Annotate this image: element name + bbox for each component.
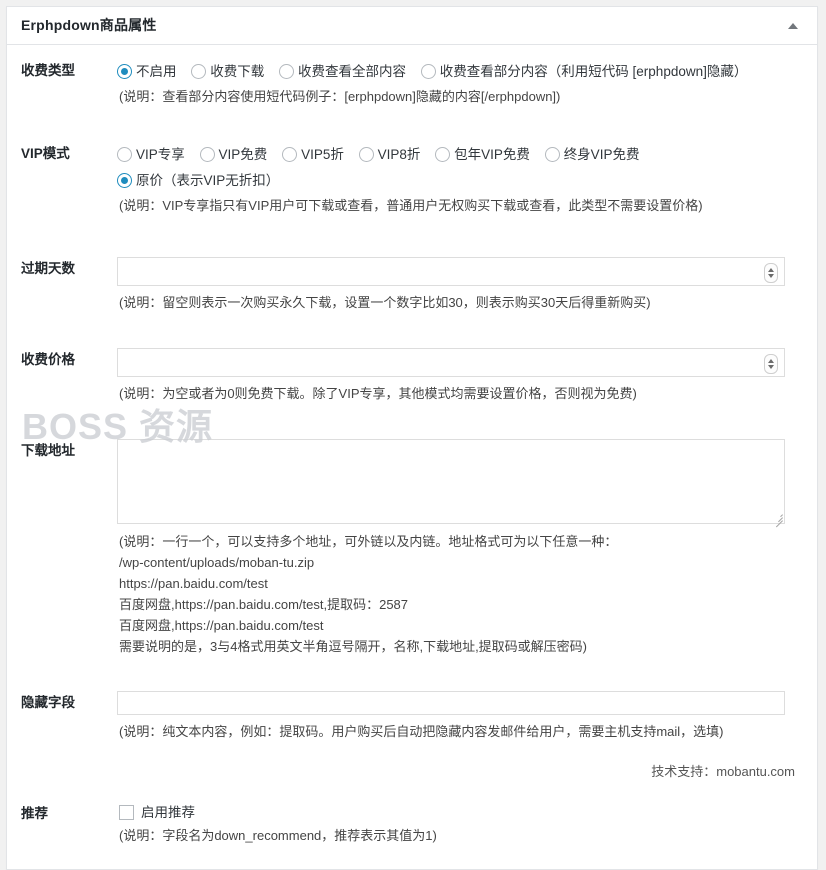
radio-label: VIP专享 <box>136 147 185 162</box>
expire-days-label: 过期天数 <box>21 261 75 276</box>
metabox-body: 收费类型 不启用 收费下载 收费查看全部内容 收费查看部分内容（利用短代码 [e… <box>7 45 817 869</box>
checkbox-label: 启用推荐 <box>141 805 195 820</box>
hint-line: https://pan.baidu.com/test <box>119 576 268 591</box>
stepper-up-icon <box>768 267 774 272</box>
chevron-up-icon <box>788 22 798 29</box>
radio-vip-mode-1[interactable]: VIP免费 <box>199 142 268 168</box>
radio-mark-icon <box>282 147 298 162</box>
radio-label: VIP5折 <box>301 147 344 162</box>
recommend-label: 推荐 <box>21 806 48 821</box>
radio-vip-mode-5[interactable]: 终身VIP免费 <box>544 142 640 168</box>
credit-text: 技术支持：mobantu.com <box>651 764 795 779</box>
radio-label: 收费查看全部内容 <box>298 64 407 79</box>
hint-line: 百度网盘,https://pan.baidu.com/test <box>119 618 324 633</box>
radio-vip-mode-0[interactable]: VIP专享 <box>117 142 185 168</box>
radio-mark-icon <box>435 147 451 162</box>
erphpdown-metabox: Erphpdown商品属性 收费类型 不启用 收费下载 收费查看全部内容 收费查… <box>6 6 818 870</box>
vip-mode-radio-group: VIP专享 VIP免费 VIP5折 VIP8折 包年VIP免费 终身VIP免费 … <box>117 142 803 194</box>
recommend-checkbox-group: 启用推荐 <box>117 802 803 824</box>
hidden-field-input[interactable] <box>117 691 785 715</box>
radio-label: VIP免费 <box>218 147 268 162</box>
radio-mark-icon <box>191 64 207 79</box>
field-charge-type: 收费类型 不启用 收费下载 收费查看全部内容 收费查看部分内容（利用短代码 [e… <box>21 59 803 108</box>
recommend-checkbox[interactable]: 启用推荐 <box>119 802 195 824</box>
radio-mark-icon <box>420 64 436 79</box>
expire-days-input[interactable] <box>117 257 785 286</box>
checkbox-icon <box>119 805 134 820</box>
metabox-header: Erphpdown商品属性 <box>7 7 817 45</box>
hidden-field-hint: (说明：纯文本内容，例如：提取码。用户购买后自动把隐藏内容发邮件给用户，需要主机… <box>119 724 724 739</box>
radio-mark-icon <box>117 147 132 162</box>
radio-charge-type-0[interactable]: 不启用 <box>117 59 177 85</box>
expire-days-hint: (说明：留空则表示一次购买永久下载，设置一个数字比如30，则表示购买30天后得重… <box>119 295 651 310</box>
download-url-label: 下载地址 <box>21 443 75 458</box>
vip-mode-label: VIP模式 <box>21 146 70 161</box>
recommend-hint: (说明：字段名为down_recommend，推荐表示其值为1) <box>119 828 437 843</box>
field-hidden-field: 隐藏字段 (说明：纯文本内容，例如：提取码。用户购买后自动把隐藏内容发邮件给用户… <box>21 691 803 743</box>
radio-mark-icon <box>544 147 560 162</box>
field-download-url: 下载地址 (说明：一行一个，可以支持多个地址，可外链以及内链。地址格式可为以下任… <box>21 439 803 657</box>
radio-mark-icon <box>199 147 215 162</box>
radio-mark-icon <box>279 64 295 79</box>
charge-type-label: 收费类型 <box>21 63 75 78</box>
radio-vip-mode-4[interactable]: 包年VIP免费 <box>435 142 530 168</box>
price-input[interactable] <box>117 348 785 377</box>
radio-vip-mode-3[interactable]: VIP8折 <box>358 142 421 168</box>
radio-charge-type-1[interactable]: 收费下载 <box>191 59 264 85</box>
radio-mark-icon <box>117 173 132 188</box>
field-vip-mode: VIP模式 VIP专享 VIP免费 VIP5折 VIP8折 包年VIP免费 终身… <box>21 142 803 217</box>
hint-line: (说明：一行一个，可以支持多个地址，可外链以及内链。地址格式可为以下任意一种： <box>119 534 618 549</box>
download-url-textarea[interactable] <box>117 439 785 524</box>
page-title: Erphpdown商品属性 <box>21 16 157 33</box>
field-expire-days: 过期天数 (说明：留空则表示一次购买永久下载，设置一个数字比如30，则表示购买3… <box>21 257 803 314</box>
charge-type-radio-group: 不启用 收费下载 收费查看全部内容 收费查看部分内容（利用短代码 [erphpd… <box>117 59 803 85</box>
radio-label: 原价（表示VIP无折扣） <box>136 173 280 188</box>
radio-label: 不启用 <box>136 64 177 79</box>
hidden-field-label: 隐藏字段 <box>21 695 75 710</box>
charge-type-hint: (说明：查看部分内容使用短代码例子：[erphpdown]隐藏的内容[/erph… <box>119 89 561 104</box>
radio-label: VIP8折 <box>377 147 421 162</box>
radio-vip-mode-2[interactable]: VIP5折 <box>282 142 344 168</box>
radio-charge-type-2[interactable]: 收费查看全部内容 <box>279 59 406 85</box>
hint-line: /wp-content/uploads/moban-tu.zip <box>119 555 315 570</box>
radio-label: 包年VIP免费 <box>454 147 530 162</box>
expire-days-stepper[interactable] <box>764 262 778 283</box>
hint-line: 需要说明的是，3与4格式用英文半角逗号隔开，名称,下载地址,提取码或解压密码) <box>119 639 588 654</box>
price-label: 收费价格 <box>21 352 75 367</box>
radio-label: 收费下载 <box>210 64 265 79</box>
radio-label: 收费查看部分内容（利用短代码 [erphpdown]隐藏） <box>439 64 748 79</box>
field-price: 收费价格 (说明：为空或者为0则免费下载。除了VIP专享，其他模式均需要设置价格… <box>21 348 803 405</box>
radio-charge-type-3[interactable]: 收费查看部分内容（利用短代码 [erphpdown]隐藏） <box>420 59 748 85</box>
download-url-hint: (说明：一行一个，可以支持多个地址，可外链以及内链。地址格式可为以下任意一种： … <box>117 531 803 657</box>
vip-mode-hint: (说明：VIP专享指只有VIP用户可下载或查看，普通用户无权购买下载或查看，此类… <box>119 198 703 213</box>
collapse-toggle-button[interactable] <box>779 12 807 40</box>
price-hint: (说明：为空或者为0则免费下载。除了VIP专享，其他模式均需要设置价格，否则视为… <box>119 386 637 401</box>
radio-label: 终身VIP免费 <box>563 147 640 162</box>
hint-line: 百度网盘,https://pan.baidu.com/test,提取码：2587 <box>119 597 409 612</box>
field-recommend: 推荐 启用推荐 (说明：字段名为down_recommend，推荐表示其值为1) <box>21 802 803 847</box>
radio-mark-icon <box>117 64 132 79</box>
radio-vip-mode-6[interactable]: 原价（表示VIP无折扣） <box>117 168 279 194</box>
radio-mark-icon <box>358 147 374 162</box>
stepper-up-icon <box>768 358 774 363</box>
stepper-down-icon <box>768 364 774 369</box>
stepper-down-icon <box>768 273 774 278</box>
price-stepper[interactable] <box>764 353 778 374</box>
